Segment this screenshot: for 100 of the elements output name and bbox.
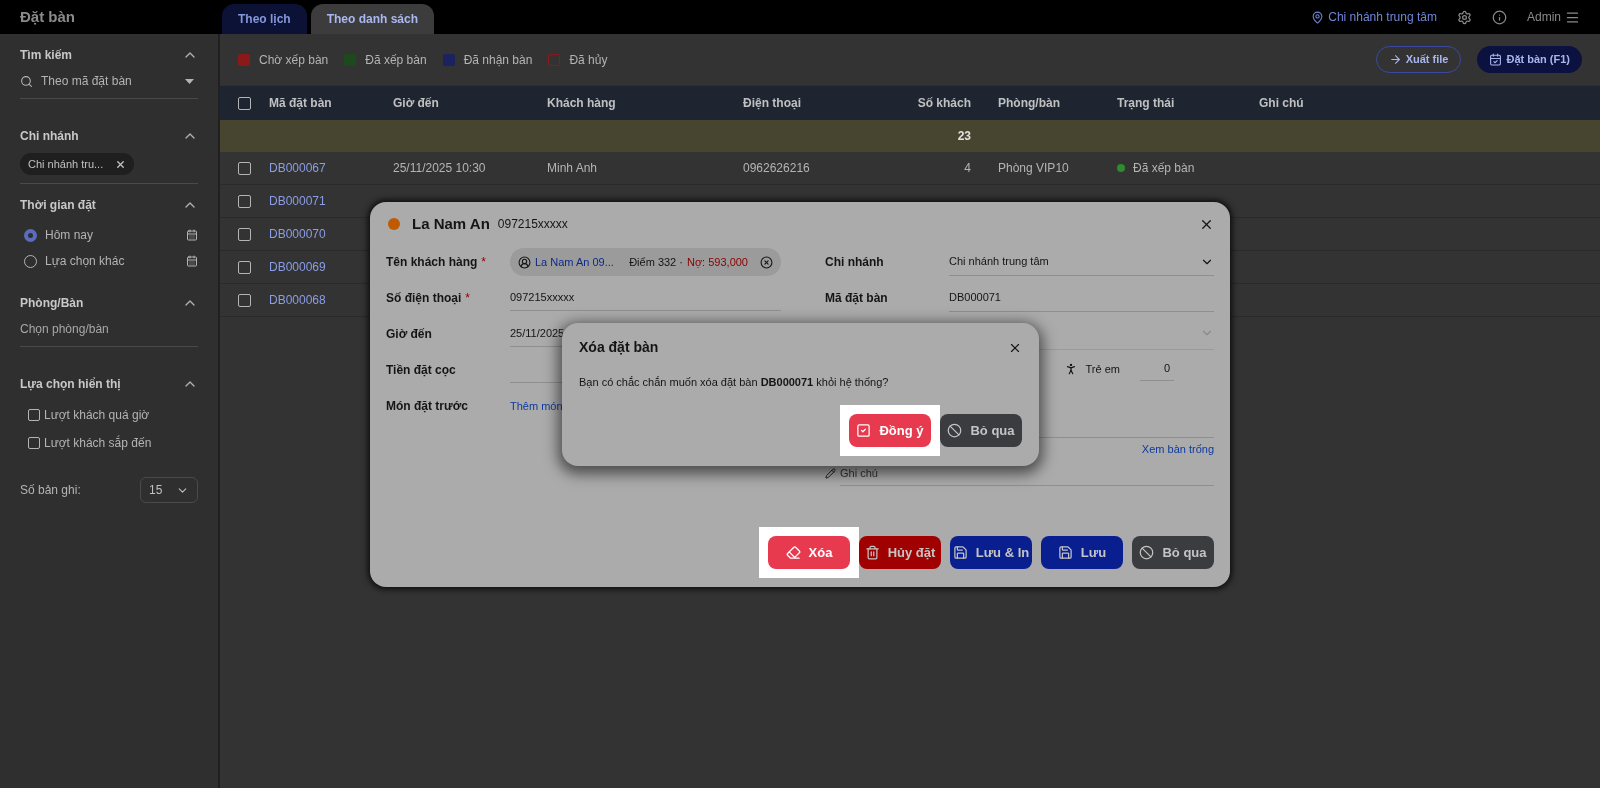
field-label: Tên khách hàng — [386, 254, 478, 271]
checkbox[interactable] — [28, 437, 40, 449]
required-mark: * — [465, 290, 470, 307]
free-tables-link[interactable]: Xem bàn trống — [1141, 440, 1214, 458]
action-button[interactable]: Hủy đặt — [859, 536, 941, 569]
confirm-message: Bạn có chắc chắn muốn xóa đặt bàn DB000071 khỏi hệ thống? — [579, 375, 890, 390]
arrow-right-icon — [1388, 53, 1402, 66]
field-label: Chi nhánh — [825, 254, 884, 271]
save-icon — [1057, 545, 1073, 560]
code-field[interactable]: DB000071 — [949, 284, 1214, 312]
text-field[interactable]: 097215xxxxx — [510, 285, 781, 311]
view-tab[interactable]: Theo danh sách — [310, 4, 435, 34]
calendar-icon[interactable] — [186, 229, 198, 241]
filter-checkbox[interactable] — [548, 53, 561, 66]
user-name[interactable]: Admin — [1527, 8, 1561, 26]
booking-code-link[interactable]: DB000069 — [269, 260, 326, 274]
search-field[interactable]: Theo mã đặt bàn — [20, 72, 198, 99]
action-button[interactable]: Xóa — [768, 536, 850, 569]
app-title: Đặt bàn — [19, 6, 76, 27]
branch-name[interactable]: Chi nhánh trung tâm — [1328, 8, 1437, 26]
booking-code-link[interactable]: DB000070 — [269, 227, 326, 241]
checkbox-label: Lượt khách sắp đến — [44, 434, 152, 452]
add-dish-link[interactable]: Thêm món — [510, 397, 563, 415]
booking-code-link[interactable]: DB000068 — [269, 293, 326, 307]
dialog-subtitle: 097215xxxxx — [497, 216, 568, 233]
trash-icon — [864, 545, 880, 560]
table-cell-text: 4 — [963, 160, 971, 177]
filter-label: Chờ xếp bàn — [259, 51, 329, 69]
view-tab[interactable]: Theo lịch — [222, 4, 307, 34]
column-header[interactable]: Trạng thái — [1117, 94, 1259, 112]
action-button[interactable]: Bỏ qua — [1132, 536, 1214, 569]
section-title: Lựa chọn hiển thị — [20, 376, 121, 393]
column-header[interactable]: Mã đặt bàn — [269, 94, 393, 112]
filter-label: Đã nhận bàn — [463, 51, 533, 69]
branch-select[interactable]: Chi nhánh trung tâm — [949, 248, 1214, 276]
column-header[interactable]: Số khách — [913, 94, 971, 112]
records-label: Số bản ghi: — [20, 482, 81, 499]
customer-chip[interactable]: La Nam An 09... Điểm 332 · Nợ: 593,000 — [510, 248, 781, 276]
toolbar-button[interactable]: Đặt bàn (F1) — [1477, 46, 1582, 73]
column-header[interactable]: Giờ đến — [393, 94, 547, 112]
remove-icon[interactable] — [115, 158, 127, 170]
field-label: Mã đặt bàn — [825, 290, 888, 307]
column-header[interactable]: Phòng/bàn — [971, 94, 1117, 112]
table-cell-text: 25/11/2025 10:30 — [393, 160, 487, 177]
field-label: Món đặt trước — [386, 398, 468, 415]
customer-debt: Nợ: 593,000 — [686, 254, 748, 270]
required-mark: * — [481, 254, 487, 271]
action-button[interactable]: Bỏ qua — [940, 414, 1022, 447]
customer-name[interactable]: La Nam An 09... — [535, 253, 626, 271]
action-button[interactable]: Lưu — [1041, 536, 1123, 569]
filter-label: Đã xếp bàn — [365, 51, 427, 69]
checkbox[interactable] — [28, 409, 40, 421]
clear-icon[interactable] — [760, 255, 773, 269]
branch-chip[interactable]: Chi nhánh tru... — [20, 153, 135, 175]
filter-label: Đã hủy — [569, 51, 608, 69]
column-header[interactable]: Khách hàng — [547, 94, 743, 112]
row-checkbox[interactable] — [238, 194, 251, 208]
select-all-checkbox[interactable] — [238, 96, 251, 110]
table-cell-text: 0962626216 — [743, 160, 811, 177]
action-button[interactable]: Đồng ý — [849, 414, 931, 447]
filter-checkbox[interactable] — [442, 53, 455, 66]
caret-icon — [185, 78, 194, 84]
column-header[interactable]: Điện thoại — [743, 94, 913, 112]
radio-label: Lựa chọn khác — [45, 253, 126, 270]
checkbox-label: Lượt khách quá giờ — [44, 407, 150, 424]
row-checkbox[interactable] — [238, 260, 251, 274]
booking-code-link[interactable]: DB000071 — [269, 194, 326, 208]
row-checkbox[interactable] — [238, 227, 251, 241]
customer-points: Điểm 332 · — [629, 254, 683, 270]
field-label: Giờ đến — [386, 326, 432, 343]
settings-icon[interactable] — [1457, 9, 1472, 25]
user-icon — [518, 255, 531, 269]
row-checkbox[interactable] — [238, 293, 251, 307]
calendar-icon[interactable] — [186, 255, 198, 267]
section-title: Tìm kiếm — [20, 47, 73, 64]
room-field[interactable]: Chọn phòng/bàn — [20, 320, 198, 347]
confirm-title: Xóa đặt bàn — [579, 338, 659, 357]
radio-label: Hôm nay — [45, 227, 95, 244]
menu-icon[interactable] — [1565, 9, 1580, 25]
info-icon[interactable] — [1492, 9, 1507, 25]
location-pin-icon — [1311, 10, 1325, 24]
filter-checkbox[interactable] — [238, 53, 250, 66]
records-select[interactable]: 15 — [140, 477, 198, 503]
dialog-title: La Nam An — [412, 213, 490, 234]
children-label: Trẻ em — [1085, 361, 1120, 377]
action-button[interactable]: Lưu & In — [950, 536, 1032, 569]
children-field[interactable]: 0 — [1140, 357, 1174, 381]
eraser-icon — [785, 545, 801, 560]
section-title: Phòng/Bàn — [20, 295, 84, 312]
ban-icon — [1139, 545, 1155, 560]
save-icon — [952, 545, 968, 560]
booking-code-link[interactable]: DB000067 — [269, 161, 326, 175]
table-cell-text: Minh Anh — [547, 160, 599, 177]
column-header[interactable]: Ghi chú — [1259, 94, 1600, 112]
search-icon — [20, 74, 33, 88]
total-guests: 23 — [956, 128, 971, 145]
row-checkbox[interactable] — [238, 161, 251, 175]
radio-button[interactable] — [24, 228, 37, 242]
status-text: Đã xếp bàn — [1133, 160, 1195, 177]
check-square-icon — [856, 423, 872, 438]
